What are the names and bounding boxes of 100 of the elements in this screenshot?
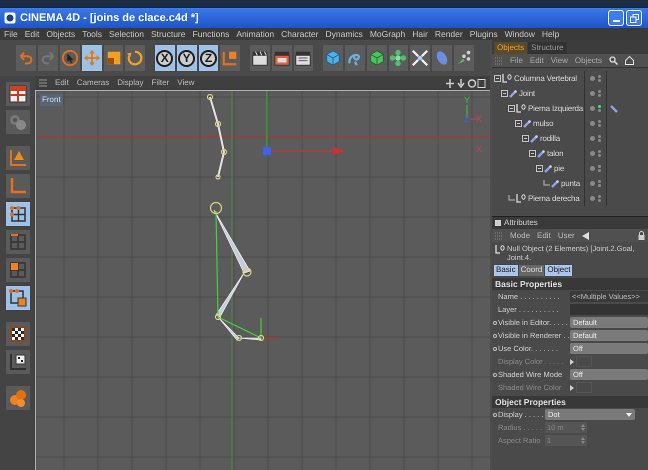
live-select-button[interactable] — [60, 45, 80, 71]
back-arrow-icon[interactable] — [582, 232, 590, 240]
layer-dots[interactable] — [598, 105, 601, 112]
deformer-button[interactable] — [410, 45, 430, 71]
axis-lock-button[interactable]: Y — [176, 45, 197, 71]
expander-icon[interactable] — [508, 105, 515, 112]
expander-icon[interactable] — [515, 120, 522, 127]
grip-icon[interactable] — [495, 56, 503, 64]
menu-item[interactable]: Character — [281, 28, 318, 40]
layer-dots[interactable] — [598, 135, 601, 142]
menu-item[interactable]: Hair — [412, 28, 428, 40]
render-active-button[interactable] — [272, 45, 292, 71]
menu-item[interactable]: Mode — [510, 230, 530, 242]
tree-row[interactable]: mulso — [492, 116, 585, 131]
expander-icon[interactable] — [529, 150, 536, 157]
layer-dots[interactable] — [598, 195, 601, 202]
tree-row[interactable]: Pierna Izquierda — [492, 101, 585, 116]
menu-item[interactable]: Help — [542, 28, 560, 40]
spline-button[interactable] — [344, 45, 365, 71]
attribute-tab[interactable]: Object — [545, 264, 572, 276]
ik-tag-icon[interactable] — [610, 104, 618, 112]
menu-item[interactable]: View — [177, 77, 194, 89]
menu-item[interactable]: Animation — [236, 28, 274, 40]
expander-icon[interactable] — [501, 90, 508, 97]
texture-axis-tool-button[interactable] — [6, 350, 30, 374]
menu-item[interactable]: File — [4, 28, 18, 40]
menu-item[interactable]: Structure — [151, 28, 186, 40]
menu-item[interactable]: Edit — [537, 230, 551, 242]
menu-item[interactable]: Filter — [151, 77, 170, 89]
tree-row[interactable]: talon — [492, 146, 585, 161]
menu-item[interactable]: Selection — [109, 28, 144, 40]
expand-arrow-icon[interactable] — [570, 384, 574, 390]
expander-icon[interactable] — [536, 165, 543, 172]
grip-icon[interactable] — [495, 232, 503, 240]
menu-item[interactable]: Edit — [530, 54, 544, 66]
menu-item[interactable]: Plugins — [470, 28, 498, 40]
particles-button[interactable] — [454, 45, 474, 71]
menu-item[interactable]: Edit — [24, 28, 40, 40]
spinner-icon[interactable] — [581, 437, 585, 444]
uv-tool-button[interactable] — [6, 286, 30, 310]
expand-arrow-icon[interactable] — [570, 358, 574, 364]
menu-item[interactable]: Cameras — [76, 77, 110, 89]
menu-item[interactable]: Display — [117, 77, 144, 89]
menu-item[interactable]: View — [550, 54, 568, 66]
sculpt-tool-button[interactable] — [6, 386, 30, 410]
menu-item[interactable]: Functions — [192, 28, 230, 40]
tree-row[interactable]: pie — [492, 161, 585, 176]
menu-item[interactable]: MoGraph — [370, 28, 406, 40]
layer-dots[interactable] — [598, 90, 601, 97]
tree-row[interactable]: Pierna derecha — [492, 191, 585, 206]
menu-item[interactable]: Tools — [82, 28, 102, 40]
attribute-tab[interactable]: Basic — [494, 264, 518, 276]
rotate-button[interactable] — [125, 45, 146, 71]
spinner-icon[interactable] — [581, 424, 585, 431]
attribute-tab[interactable]: Coord — [518, 264, 544, 276]
menu-item[interactable]: File — [510, 54, 523, 66]
panel-tab[interactable]: Objects — [494, 42, 528, 54]
menu-item[interactable]: Objects — [46, 28, 76, 40]
panel-tab[interactable]: Structure — [528, 42, 567, 54]
menu-item[interactable]: Edit — [55, 77, 69, 89]
tree-row[interactable]: punta — [492, 176, 585, 191]
layout-tool-button[interactable] — [6, 82, 30, 106]
tree-row[interactable]: rodilla — [492, 131, 585, 146]
coord-button[interactable] — [220, 45, 240, 71]
render-view-button[interactable] — [250, 45, 270, 71]
menu-item[interactable]: Window — [504, 28, 535, 40]
expander-icon[interactable] — [522, 135, 529, 142]
texture-tool-button[interactable] — [6, 322, 30, 346]
lock-icon[interactable] — [638, 231, 645, 240]
points-tool-button[interactable] — [6, 202, 30, 226]
restore-button[interactable] — [626, 10, 642, 26]
navigation-icons[interactable] — [446, 78, 486, 88]
layer-dots[interactable] — [598, 75, 601, 82]
home-icon[interactable] — [625, 56, 634, 65]
scale-button[interactable] — [104, 45, 124, 71]
grip-icon[interactable] — [39, 79, 47, 87]
move-button[interactable] — [82, 45, 102, 71]
menu-item[interactable]: Dynamics — [326, 28, 363, 40]
tree-row[interactable]: Columna Vertebral — [492, 71, 585, 86]
object-axis-tool-button[interactable] — [6, 146, 30, 170]
tree-row[interactable]: Joint — [492, 86, 585, 101]
layer-dots[interactable] — [598, 165, 601, 172]
menu-item[interactable]: Render — [434, 28, 463, 40]
axis-lock-button[interactable]: Z — [198, 45, 218, 71]
polygons-tool-button[interactable] — [6, 258, 30, 282]
axis-lock-button[interactable]: X — [154, 45, 175, 71]
layer-dots[interactable] — [598, 180, 601, 187]
search-icon[interactable] — [609, 56, 618, 65]
expander-icon[interactable] — [494, 75, 501, 82]
minimize-button[interactable] — [608, 10, 624, 26]
axis-tool-button[interactable] — [6, 174, 30, 198]
menu-item[interactable]: Objects — [574, 54, 602, 66]
nurbs-button[interactable] — [366, 45, 387, 71]
menu-item[interactable]: User — [558, 230, 575, 242]
cube-button[interactable] — [322, 45, 343, 71]
render-settings-button[interactable] — [294, 45, 314, 71]
layer-dots[interactable] — [598, 150, 601, 157]
array-button[interactable] — [388, 45, 408, 71]
layer-dots[interactable] — [598, 120, 601, 127]
edges-tool-button[interactable] — [6, 230, 30, 254]
